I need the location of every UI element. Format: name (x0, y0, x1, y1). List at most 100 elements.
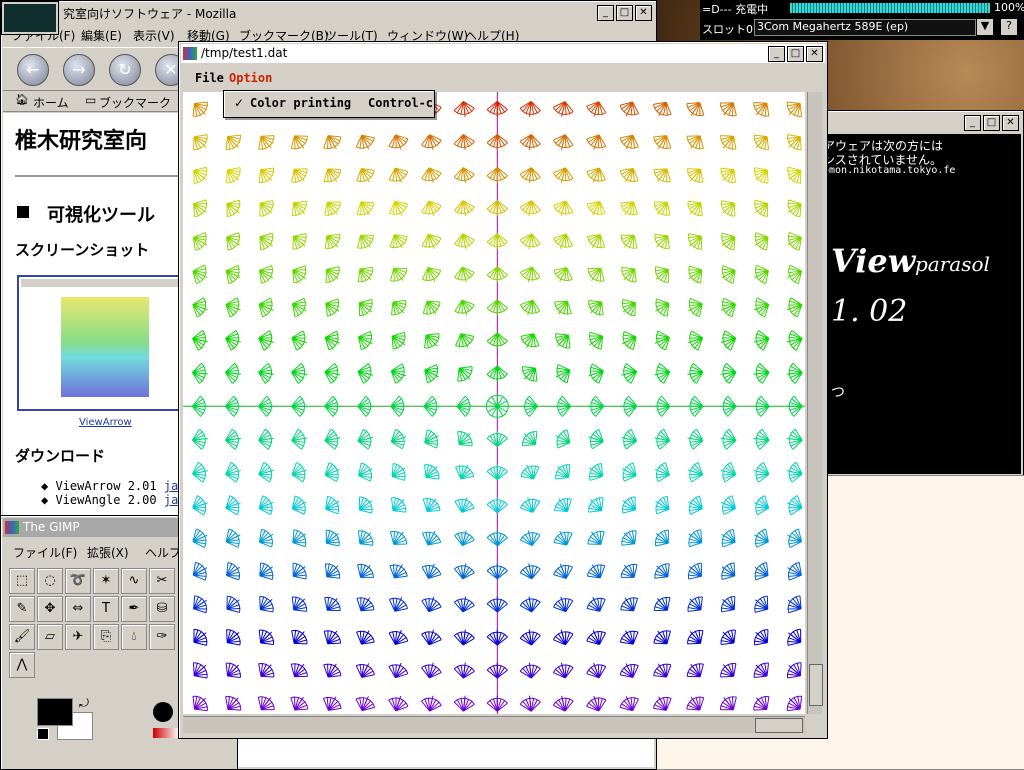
measure-icon[interactable]: ⋀ (9, 652, 35, 678)
parasol-glyph (358, 531, 372, 545)
swap-colors-icon[interactable]: ⤾ (79, 696, 89, 711)
parasol-glyph (622, 531, 636, 545)
parasol-glyph (788, 200, 801, 217)
close-button[interactable]: ✕ (635, 5, 652, 21)
gimp-menu-help[interactable]: ヘルプ (145, 544, 181, 561)
minimize-button[interactable]: _ (964, 115, 981, 131)
parasol-glyph (754, 663, 768, 677)
airbrush-icon[interactable]: ✈ (65, 624, 91, 650)
menu-edit[interactable]: 編集(E) (81, 27, 122, 44)
scrollbar-thumb[interactable] (755, 718, 803, 733)
parasol-glyph (621, 598, 638, 611)
parasol-glyph (721, 298, 735, 317)
move-icon[interactable]: ✥ (37, 596, 63, 622)
menu-option[interactable]: Option (229, 71, 272, 85)
minimize-button[interactable]: _ (597, 5, 614, 21)
maximize-button[interactable]: □ (787, 46, 804, 62)
parasol-glyph (554, 201, 573, 216)
parasol-glyph (260, 563, 273, 580)
desktop-icon[interactable] (2, 2, 58, 34)
default-colors-icon[interactable] (37, 728, 49, 740)
color-picker-icon[interactable]: ✒ (121, 596, 147, 622)
foreground-color-swatch[interactable] (37, 698, 73, 726)
thumbnail-caption[interactable]: ViewArrow (79, 417, 132, 428)
blur-icon[interactable]: 💧︎ (121, 624, 147, 650)
close-button[interactable]: ✕ (806, 46, 823, 62)
forward-button[interactable]: → (63, 54, 95, 86)
viewer-titlebar[interactable]: /tmp/test1.dat _□✕ (181, 44, 825, 63)
bookmarks-link[interactable]: ブックマーク (99, 94, 171, 111)
parasol-glyph (259, 630, 273, 644)
download-item: ◆ ViewArrow 2.01 jar (41, 479, 186, 493)
parasol-glyph (226, 265, 240, 283)
scrollbar-thumb[interactable] (809, 664, 823, 706)
slot-eject-button[interactable]: ▼ (976, 18, 994, 36)
bezier-select-icon[interactable]: ∿ (121, 568, 147, 594)
parasol-glyph (721, 429, 736, 449)
minimize-button[interactable]: _ (768, 46, 785, 62)
scissors-icon[interactable]: ✂ (149, 568, 175, 594)
parasol-glyph (655, 564, 669, 578)
clone-icon[interactable]: ⎘ (93, 624, 119, 650)
paintbrush-icon[interactable]: 🖌︎ (9, 624, 35, 650)
parasol-glyph (193, 529, 207, 548)
pencil-icon[interactable]: ✎ (9, 596, 35, 622)
close-button[interactable]: ✕ (1002, 115, 1019, 131)
parasol-glyph (554, 531, 572, 545)
magic-wand-icon[interactable]: ✶ (93, 568, 119, 594)
gimp-menu-xtns[interactable]: 拡張(X) (87, 544, 129, 561)
parasol-glyph (520, 234, 540, 249)
plot-canvas[interactable] (183, 92, 805, 714)
parasol-glyph (520, 563, 540, 578)
menu-color-printing[interactable]: Color printing (250, 96, 351, 110)
parasol-glyph (356, 663, 374, 677)
parasol-glyph (391, 364, 406, 383)
parasol-glyph (487, 563, 507, 579)
gradient-preview[interactable] (153, 728, 179, 738)
menu-file[interactable]: File (195, 71, 224, 85)
parasol-glyph (521, 334, 539, 348)
parasol-glyph (454, 234, 474, 249)
home-icon: 🏠︎ (15, 93, 29, 106)
ink-icon[interactable]: ✑ (149, 624, 175, 650)
parasol-glyph (194, 629, 207, 645)
rect-select-icon[interactable]: ⬚ (9, 568, 35, 594)
horizontal-scrollbar[interactable] (183, 716, 805, 733)
parasol-glyph (357, 169, 375, 183)
parasol-glyph (588, 268, 604, 281)
eraser-icon[interactable]: ▱ (37, 624, 63, 650)
screenshot-thumbnail[interactable] (17, 275, 185, 411)
parasol-glyph (259, 363, 274, 383)
parasol-glyph (454, 135, 474, 150)
brush-preview[interactable] (153, 702, 173, 722)
home-link[interactable]: ホーム (33, 94, 69, 111)
slot-suspend-button[interactable]: ? (1000, 18, 1018, 36)
menu-view[interactable]: 表示(V) (133, 27, 175, 44)
parasol-glyph (487, 168, 507, 184)
gimp-menu-file[interactable]: ファイル(F) (13, 544, 77, 561)
flip-icon[interactable]: ⇔ (65, 596, 91, 622)
parasol-glyph (422, 201, 441, 216)
parasol-glyph (392, 463, 405, 480)
parasol-glyph (357, 631, 375, 645)
reload-button[interactable]: ↻ (109, 54, 141, 86)
parasol-glyph (192, 429, 208, 449)
parasol-glyph (356, 696, 375, 710)
parasol-glyph (359, 331, 373, 349)
parasol-glyph (788, 562, 802, 580)
parasol-glyph (687, 103, 704, 116)
ellipse-select-icon[interactable]: ◌ (37, 568, 63, 594)
maximize-button[interactable]: □ (983, 115, 1000, 131)
parasol-glyph (358, 429, 373, 449)
parasol-glyph (292, 597, 306, 611)
lasso-icon[interactable]: ➰ (65, 568, 91, 594)
text-icon[interactable]: T (93, 596, 119, 622)
parasol-glyph (754, 265, 768, 283)
parasol-glyph (325, 363, 340, 383)
maximize-button[interactable]: □ (616, 5, 633, 21)
mozilla-titlebar[interactable]: 究室向けソフトウェア - Mozilla _□✕ (3, 3, 654, 22)
back-button[interactable]: ← (17, 54, 49, 86)
parasol-glyph (291, 664, 307, 677)
vertical-scrollbar[interactable] (807, 92, 822, 714)
bucket-fill-icon[interactable]: ⛁ (149, 596, 175, 622)
